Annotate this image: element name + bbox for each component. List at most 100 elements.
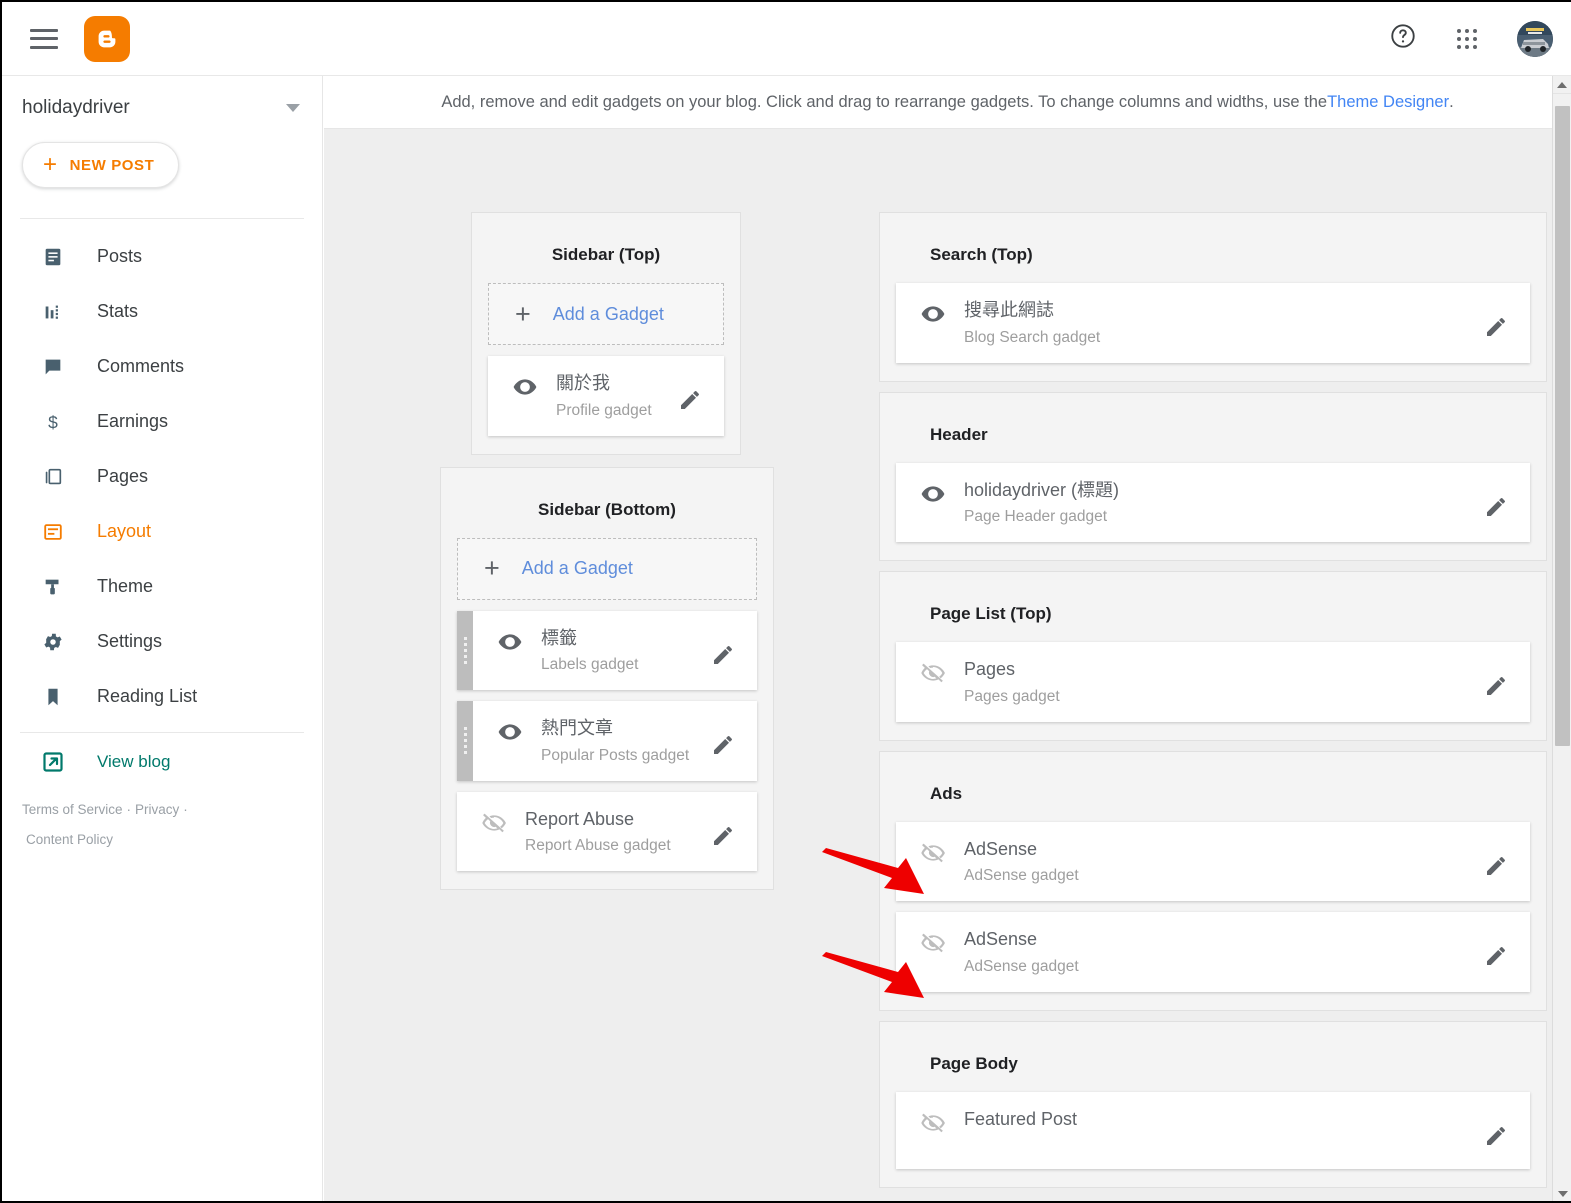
add-a-gadget-button[interactable]: + Add a Gadget <box>488 283 724 345</box>
settings-gear-icon <box>40 629 66 655</box>
blog-name-label: holidaydriver <box>22 97 130 118</box>
gadget-list: 標籤 Labels gadget 熱門文章 Popular Posts gadget R… <box>457 610 757 871</box>
gadget-texts: 搜尋此網誌 Blog Search gadget <box>964 299 1100 347</box>
visibility-off-icon[interactable] <box>477 810 511 836</box>
sidebar-item-theme[interactable]: Theme <box>2 559 322 614</box>
blog-selector[interactable]: holidaydriver <box>2 76 322 140</box>
edit-pencil-icon[interactable] <box>678 388 702 417</box>
layout-section: Sidebar (Top) + Add a Gadget 關於我 Profile gad… <box>471 212 741 455</box>
visibility-on-icon[interactable] <box>493 719 527 745</box>
gadget-title: AdSense <box>964 838 1038 859</box>
view-blog-label: View blog <box>97 752 171 771</box>
gadget-subtitle: Popular Posts gadget <box>541 746 690 764</box>
sidebar-item-settings[interactable]: Settings <box>2 614 322 669</box>
sidebar-item-label: Pages <box>97 466 149 486</box>
legal-links: Terms of Service · Privacy · Content Policy <box>2 791 322 855</box>
visibility-on-icon[interactable] <box>916 301 950 327</box>
gadget-drag-handle[interactable] <box>457 610 473 690</box>
plus-icon: + <box>484 553 500 583</box>
gadget-card[interactable]: Featured Post <box>896 1091 1530 1169</box>
visibility-off-icon[interactable] <box>916 1110 950 1136</box>
vertical-scrollbar[interactable] <box>1552 76 1571 1201</box>
edit-pencil-icon[interactable] <box>1484 674 1508 703</box>
visibility-on-icon[interactable] <box>508 374 542 400</box>
gadget-card[interactable]: AdSense AdSense gadget <box>896 821 1530 902</box>
visibility-on-icon[interactable] <box>916 481 950 507</box>
visibility-off-icon[interactable] <box>916 840 950 866</box>
drag-handle-dots <box>463 636 467 664</box>
svg-text:$: $ <box>48 412 58 432</box>
gadget-title: 關於我 <box>556 373 610 393</box>
scroll-up-arrow[interactable] <box>1553 76 1571 94</box>
gadget-title: Report Abuse <box>525 808 635 829</box>
edit-pencil-icon[interactable] <box>711 824 735 853</box>
edit-pencil-icon[interactable] <box>1484 315 1508 344</box>
sidebar-item-label: Settings <box>97 631 163 651</box>
edit-pencil-icon[interactable] <box>1484 1124 1508 1153</box>
sidebar-item-earnings[interactable]: $ Earnings <box>2 394 322 449</box>
hamburger-menu-icon[interactable] <box>30 28 58 49</box>
gadget-card[interactable]: 熱門文章 Popular Posts gadget <box>457 701 757 781</box>
gadget-texts: AdSense AdSense gadget <box>964 928 1079 976</box>
edit-pencil-icon[interactable] <box>1484 944 1508 973</box>
gadget-title: 標籤 <box>541 627 577 648</box>
sidebar-item-comments[interactable]: Comments <box>2 339 322 394</box>
edit-pencil-icon[interactable] <box>711 643 735 672</box>
terms-of-service-link[interactable]: Terms of Service <box>22 802 123 817</box>
privacy-link[interactable]: Privacy <box>135 802 179 817</box>
help-icon[interactable] <box>1389 22 1417 55</box>
sidebar-item-pages[interactable]: Pages <box>2 449 322 504</box>
avatar[interactable] <box>1517 20 1553 57</box>
sidebar-item-layout[interactable]: Layout <box>2 504 322 559</box>
visibility-on-icon[interactable] <box>493 629 527 655</box>
gadget-body: Pages Pages gadget <box>896 642 1530 722</box>
gadget-subtitle: Report Abuse gadget <box>525 837 671 854</box>
gadget-card[interactable]: 標籤 Labels gadget <box>457 610 757 690</box>
theme-designer-link[interactable]: Theme Designer <box>1327 93 1449 112</box>
apps-grid-icon[interactable] <box>1457 28 1477 49</box>
new-post-button[interactable]: + NEW POST <box>22 142 180 188</box>
gadget-list: AdSense AdSense gadget AdSense AdSense gadg… <box>896 821 1530 992</box>
edit-pencil-icon[interactable] <box>1484 495 1508 524</box>
section-title: Header <box>930 424 988 444</box>
gadget-body: AdSense AdSense gadget <box>896 822 1530 902</box>
blogger-logo-icon[interactable] <box>84 15 130 62</box>
add-a-gadget-label: Add a Gadget <box>521 558 633 578</box>
gadget-subtitle: AdSense gadget <box>964 867 1079 884</box>
gadget-card[interactable]: 關於我 Profile gadget <box>488 356 724 436</box>
sidebar-item-reading-list[interactable]: Reading List <box>2 669 322 724</box>
layout-section: Ads AdSense AdSense gadget AdSense AdSense g… <box>879 750 1547 1011</box>
gadget-card[interactable]: Pages Pages gadget <box>896 642 1530 722</box>
pages-icon <box>40 464 66 490</box>
layout-section: Header holidaydriver (標題) Page Header gadg… <box>879 391 1547 561</box>
sidebar-item-label: Posts <box>97 246 143 266</box>
sidebar-item-posts[interactable]: Posts <box>2 229 322 284</box>
gadget-subtitle: AdSense gadget <box>964 957 1079 975</box>
section-title: Ads <box>930 783 963 803</box>
edit-pencil-icon[interactable] <box>711 733 735 762</box>
gadget-card[interactable]: AdSense AdSense gadget <box>896 912 1530 992</box>
gadget-drag-handle[interactable] <box>457 701 473 781</box>
gadget-texts: Report Abuse Report Abuse gadget <box>525 808 671 856</box>
gadget-list: Pages Pages gadget <box>896 642 1530 722</box>
scroll-down-wrap <box>1553 1185 1571 1201</box>
view-blog-link[interactable]: View blog <box>2 733 322 791</box>
scrollbar-thumb[interactable] <box>1555 106 1570 746</box>
gadget-card[interactable]: holidaydriver (標題) Page Header gadget <box>896 462 1530 542</box>
gadget-card[interactable]: 搜尋此網誌 Blog Search gadget <box>896 283 1530 363</box>
visibility-off-icon[interactable] <box>916 930 950 956</box>
gadget-title: AdSense <box>964 929 1038 949</box>
gadget-title: 熱門文章 <box>541 718 613 738</box>
content-policy-link[interactable]: Content Policy <box>26 832 113 847</box>
edit-pencil-icon[interactable] <box>1484 854 1508 883</box>
sidebar-item-stats[interactable]: Stats <box>2 284 322 339</box>
gadget-card[interactable]: Report Abuse Report Abuse gadget <box>457 791 757 871</box>
visibility-off-icon[interactable] <box>916 660 950 686</box>
add-a-gadget-button[interactable]: + Add a Gadget <box>457 537 757 600</box>
gadget-texts: 標籤 Labels gadget <box>541 627 638 675</box>
layout-section: Page Body Featured Post <box>879 1020 1547 1188</box>
new-post-wrap: + NEW POST <box>2 140 322 188</box>
scroll-down-arrow[interactable] <box>1553 1185 1571 1201</box>
apps-grid-dots <box>1457 28 1477 49</box>
gadget-subtitle: Profile gadget <box>556 401 652 419</box>
